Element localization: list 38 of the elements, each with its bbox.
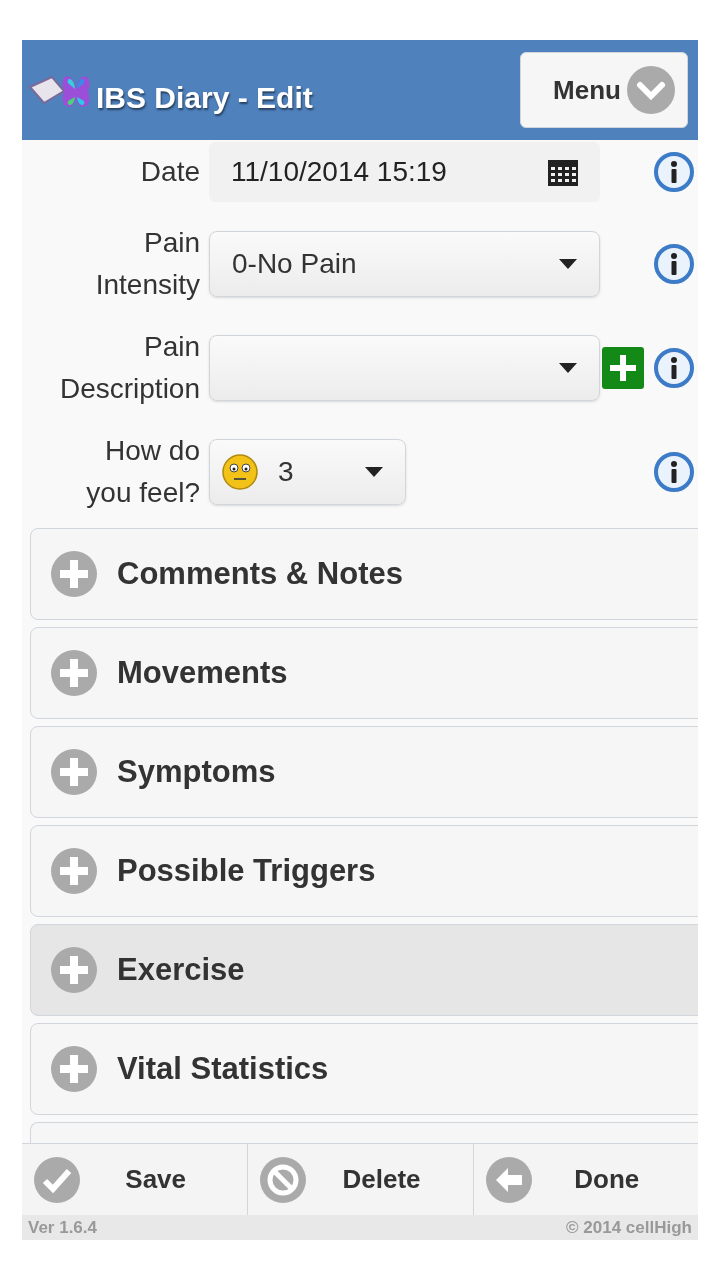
collapsible-section[interactable]: Possible Triggers bbox=[30, 825, 698, 917]
calendar-icon bbox=[548, 158, 578, 186]
field-label: Date bbox=[139, 155, 200, 189]
add-button[interactable] bbox=[602, 347, 644, 389]
plus-icon bbox=[51, 848, 97, 894]
menu-button[interactable]: Menu bbox=[520, 52, 688, 128]
plus-icon bbox=[51, 1046, 97, 1092]
select-field[interactable] bbox=[209, 335, 600, 401]
copyright-text: © 2014 cellHigh bbox=[566, 1216, 692, 1239]
plus-icon bbox=[51, 650, 97, 696]
field-label: Pain Intensity bbox=[94, 226, 200, 302]
collapsible-section[interactable]: Vital Statistics bbox=[30, 1023, 698, 1115]
plus-icon bbox=[51, 551, 97, 597]
info-icon[interactable] bbox=[654, 244, 694, 284]
date-field[interactable]: 11/10/2014 15:19 bbox=[209, 142, 600, 202]
info-icon[interactable] bbox=[654, 152, 694, 192]
chevron-down-icon bbox=[627, 66, 675, 114]
field-label: How do you feel? bbox=[85, 434, 200, 510]
mood-select[interactable]: 3 bbox=[209, 439, 406, 505]
field-label: Pain Description bbox=[58, 330, 200, 406]
app-title: IBS Diary - Edit bbox=[96, 79, 313, 116]
toolbar-button[interactable]: Save bbox=[22, 1144, 248, 1215]
dropdown-caret-icon bbox=[559, 259, 577, 269]
dropdown-caret-icon bbox=[559, 363, 577, 373]
prohibited-icon bbox=[260, 1156, 307, 1203]
version-text: Ver 1.6.4 bbox=[28, 1216, 97, 1239]
select-field[interactable]: 0-No Pain bbox=[209, 231, 600, 297]
info-icon[interactable] bbox=[654, 348, 694, 388]
collapsible-section[interactable]: Exercise bbox=[30, 924, 698, 1016]
check-icon bbox=[34, 1156, 80, 1203]
smiley-icon bbox=[222, 454, 258, 490]
collapsible-section[interactable]: Comments & Notes bbox=[30, 528, 698, 620]
plus-icon bbox=[51, 749, 97, 795]
collapsible-section[interactable]: Movements bbox=[30, 627, 698, 719]
plus-icon bbox=[51, 947, 97, 993]
info-icon[interactable] bbox=[654, 452, 694, 492]
collapsible-section[interactable]: Symptoms bbox=[30, 726, 698, 818]
dropdown-caret-icon bbox=[365, 467, 383, 477]
